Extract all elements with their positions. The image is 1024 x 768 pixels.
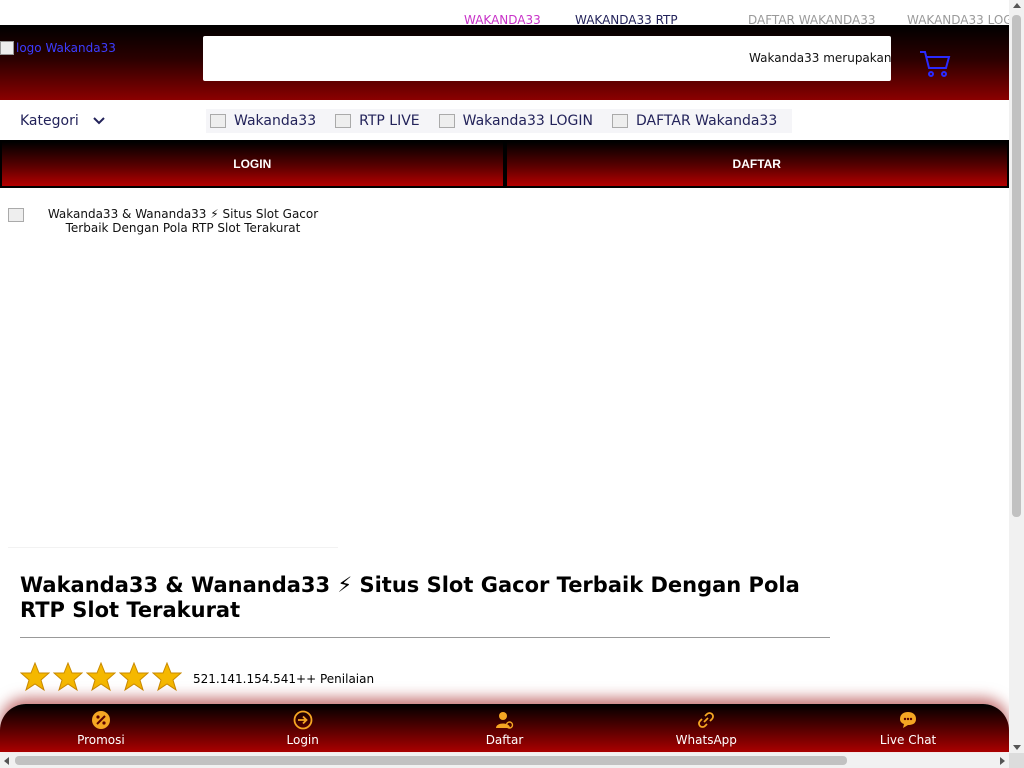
- scrollbar-corner: [1009, 753, 1024, 768]
- bottom-nav-login[interactable]: Login: [202, 704, 404, 752]
- menu-item-wakanda33[interactable]: Wakanda33: [206, 109, 320, 133]
- cart-icon[interactable]: [919, 49, 951, 79]
- star-icon: [20, 662, 50, 692]
- top-link-login[interactable]: WAKANDA33 LOGIN: [907, 13, 1009, 25]
- top-link-rtp[interactable]: WAKANDA33 RTP: [575, 13, 678, 25]
- bottom-nav-label: Promosi: [77, 733, 125, 747]
- broken-image-icon: [611, 114, 628, 128]
- scroll-down-icon[interactable]: [1013, 745, 1021, 750]
- bottom-nav-whatsapp[interactable]: WhatsApp: [605, 704, 807, 752]
- menu-item-label: DAFTAR Wakanda33: [635, 113, 778, 129]
- main-menu: Wakanda33 RTP LIVE Wakanda33 LOGIN DAFTA…: [206, 109, 793, 133]
- star-icon: [86, 662, 116, 692]
- page: WAKANDA33 WAKANDA33 RTP DAFTAR WAKANDA33…: [0, 0, 1024, 768]
- horizontal-scroll-thumb[interactable]: [15, 756, 847, 765]
- category-row: Kategori Wakanda33 RTP LIVE Wakanda33 LO…: [0, 100, 1009, 140]
- menu-item-rtp-live[interactable]: RTP LIVE: [331, 109, 424, 133]
- title-divider: [20, 637, 830, 638]
- bottom-nav-label: WhatsApp: [675, 733, 737, 747]
- product-title: Wakanda33 & Wananda33 ⚡ Situs Slot Gacor…: [20, 573, 800, 622]
- menu-item-label: RTP LIVE: [359, 113, 420, 129]
- broken-image-icon: [0, 41, 14, 55]
- search-marquee-text: Wakanda33 merupakan situs: [749, 51, 891, 65]
- link-icon: [698, 712, 715, 728]
- top-link-daftar[interactable]: DAFTAR WAKANDA33: [748, 13, 875, 25]
- auth-buttons: LOGIN DAFTAR: [0, 140, 1009, 188]
- daftar-button[interactable]: DAFTAR: [504, 140, 1009, 188]
- product-banner-image: Wakanda33 & Wananda33 ⚡ Situs Slot Gacor…: [8, 206, 338, 548]
- bottom-nav-label: Live Chat: [879, 733, 937, 747]
- bottom-nav-live-chat[interactable]: Live Chat: [807, 704, 1009, 752]
- broken-image-icon: [335, 114, 352, 128]
- horizontal-scrollbar[interactable]: [0, 753, 1009, 768]
- scroll-right-icon[interactable]: [1000, 757, 1005, 765]
- rating-count: 521.141.154.541++ Penilaian: [193, 672, 375, 686]
- bottom-nav-label: Daftar: [485, 733, 524, 747]
- menu-item-label: Wakanda33 LOGIN: [462, 113, 593, 129]
- star-icon: [53, 662, 83, 692]
- site-header: logo Wakanda33 Wakanda33 merupakan situs: [0, 25, 1009, 100]
- user-add-icon: [496, 712, 514, 729]
- menu-item-daftar[interactable]: DAFTAR Wakanda33: [608, 109, 781, 133]
- login-button[interactable]: LOGIN: [0, 140, 505, 188]
- top-link-wakanda33[interactable]: WAKANDA33: [464, 13, 541, 25]
- bottom-nav-promosi[interactable]: Promosi: [0, 704, 202, 752]
- site-logo[interactable]: logo Wakanda33: [0, 41, 116, 55]
- star-icon: [119, 662, 149, 692]
- scroll-up-icon[interactable]: [1013, 3, 1021, 8]
- star-rating: [20, 662, 185, 692]
- vertical-scroll-thumb[interactable]: [1012, 15, 1021, 517]
- login-icon: [293, 710, 313, 730]
- broken-image-icon: [8, 208, 24, 222]
- discount-icon: [91, 711, 110, 729]
- category-dropdown[interactable]: Kategori: [20, 113, 105, 129]
- banner-alt-text: Wakanda33 & Wananda33 ⚡ Situs Slot Gacor…: [47, 207, 319, 235]
- top-links-bar: WAKANDA33 WAKANDA33 RTP DAFTAR WAKANDA33…: [0, 0, 1009, 25]
- bottom-nav-label: Login: [286, 733, 319, 747]
- vertical-scrollbar[interactable]: [1009, 0, 1024, 753]
- scroll-left-icon[interactable]: [4, 757, 9, 765]
- category-label: Kategori: [20, 113, 79, 129]
- menu-item-label: Wakanda33: [234, 113, 317, 129]
- bottom-nav: Promosi Login Daftar WhatsApp Live Chat: [0, 704, 1009, 752]
- chat-icon: [900, 712, 917, 728]
- bottom-nav-daftar[interactable]: Daftar: [404, 704, 606, 752]
- broken-image-icon: [210, 114, 226, 128]
- search-input[interactable]: Wakanda33 merupakan situs: [203, 36, 891, 81]
- logo-alt-text: logo Wakanda33: [16, 41, 116, 55]
- star-icon: [152, 662, 182, 692]
- broken-image-icon: [438, 114, 455, 128]
- menu-item-login[interactable]: Wakanda33 LOGIN: [435, 109, 597, 133]
- chevron-down-icon: [93, 117, 105, 125]
